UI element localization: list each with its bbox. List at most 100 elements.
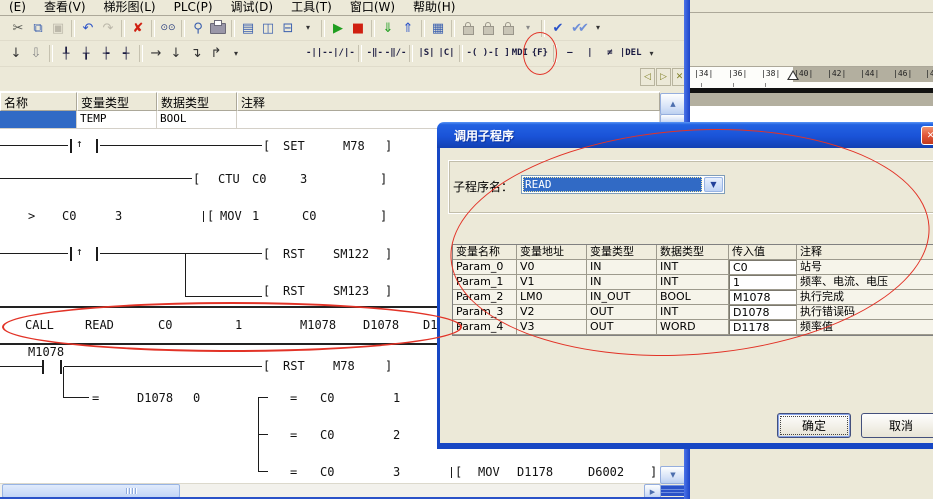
menu-item[interactable]: 帮助(H) <box>404 0 464 15</box>
not-line-icon[interactable]: ≠ <box>600 44 620 63</box>
column-header-data-type[interactable]: 数据类型 <box>157 92 237 111</box>
print-preview-icon[interactable]: ⚲ <box>188 19 208 38</box>
chevron-down-icon[interactable]: ▼ <box>704 177 723 192</box>
parameter-cell[interactable]: INT <box>657 260 729 275</box>
line-dropdown-icon[interactable]: ▾ <box>226 44 246 63</box>
menu-item[interactable]: 窗口(W) <box>341 0 404 15</box>
print-icon[interactable] <box>208 19 228 38</box>
column-header-var-type[interactable]: 变量类型 <box>77 92 157 111</box>
cancel-button[interactable]: 取消 <box>861 413 933 438</box>
box-instruction-icon[interactable]: -[ ] <box>488 44 510 63</box>
parameter-cell[interactable]: 频率值 <box>797 320 933 335</box>
parameter-cell[interactable]: INT <box>657 305 729 320</box>
copy-icon[interactable]: ⧉ <box>28 19 48 38</box>
hline-icon[interactable]: — <box>560 44 580 63</box>
parameter-column-header[interactable]: 注释 <box>797 245 933 260</box>
menu-item[interactable]: 工具(T) <box>282 0 341 15</box>
insert-down-icon[interactable]: ↓ <box>6 44 26 63</box>
network-next-button[interactable]: ▷ <box>656 68 671 86</box>
parameter-cell[interactable]: V2 <box>517 305 587 320</box>
line-down-turn-icon[interactable]: ↴ <box>186 44 206 63</box>
pane-split-icon[interactable]: ◫ <box>258 19 278 38</box>
compile-dropdown-icon[interactable]: ▾ <box>588 19 608 38</box>
pane-single-icon[interactable]: ▤ <box>238 19 258 38</box>
parameter-cell[interactable]: Param_2 <box>453 290 517 305</box>
parameter-cell[interactable]: V0 <box>517 260 587 275</box>
line-up-turn-icon[interactable]: ↱ <box>206 44 226 63</box>
parameter-cell[interactable]: Param_3 <box>453 305 517 320</box>
branch-down-icon[interactable]: ╁ <box>76 44 96 63</box>
lock-dropdown-icon[interactable]: ▾ <box>518 19 538 38</box>
menu-item[interactable]: PLC(P) <box>165 0 222 15</box>
paste-icon[interactable]: ▣ <box>48 19 68 38</box>
parameter-column-header[interactable]: 传入值 <box>729 245 797 260</box>
close-icon[interactable]: ✕ <box>921 126 933 145</box>
parameter-column-header[interactable]: 数据类型 <box>657 245 729 260</box>
parameter-cell[interactable]: Param_1 <box>453 275 517 290</box>
find-icon[interactable]: ⊙⊙ <box>158 19 178 38</box>
variable-datatype-cell[interactable]: BOOL <box>157 111 237 129</box>
ruler-marker-icon[interactable] <box>787 70 799 80</box>
line-down-icon[interactable]: ↓ <box>166 44 186 63</box>
splitter-grip[interactable] <box>661 484 684 497</box>
parameter-cell[interactable]: Param_4 <box>453 320 517 335</box>
parameter-cell[interactable]: 站号 <box>797 260 933 275</box>
variable-type-cell[interactable]: TEMP <box>77 111 157 129</box>
download-icon[interactable]: ⇓ <box>378 19 398 38</box>
parameter-column-header[interactable]: 变量地址 <box>517 245 587 260</box>
parameter-cell[interactable]: 频率、电流、电压 <box>797 275 933 290</box>
monitor-icon[interactable]: ▦ <box>428 19 448 38</box>
pane-bottom-icon[interactable]: ⊟ <box>278 19 298 38</box>
parameter-cell[interactable]: IN <box>587 275 657 290</box>
parameter-column-header[interactable]: 变量类型 <box>587 245 657 260</box>
menu-item[interactable]: (E) <box>0 0 35 15</box>
branch-right-icon[interactable]: ┾ <box>96 44 116 63</box>
reset-coil-icon[interactable]: |C| <box>436 44 456 63</box>
menu-item[interactable]: 查看(V) <box>35 0 95 15</box>
undo-icon[interactable]: ↶ <box>78 19 98 38</box>
parameter-cell[interactable]: OUT <box>587 305 657 320</box>
parameter-cell[interactable]: V3 <box>517 320 587 335</box>
parameter-value-cell[interactable]: M1078 <box>729 290 797 305</box>
network-prev-button[interactable]: ◁ <box>640 68 655 86</box>
insert-down-alt-icon[interactable]: ⇩ <box>26 44 46 63</box>
horizontal-scrollbar-thumb[interactable] <box>2 484 180 498</box>
function-icon[interactable]: {F} <box>530 44 550 63</box>
menu-item[interactable]: 调试(D) <box>222 0 283 15</box>
parameter-column-header[interactable]: 变量名称 <box>453 245 517 260</box>
variable-name-cell[interactable] <box>0 111 77 129</box>
branch-up-icon[interactable]: ╀ <box>56 44 76 63</box>
contact-nc-icon[interactable]: -|/|- <box>328 44 355 63</box>
delete-icon[interactable]: ✘ <box>128 19 148 38</box>
pane-dropdown-icon[interactable]: ▾ <box>298 19 318 38</box>
scroll-down-button[interactable]: ▼ <box>660 466 686 484</box>
parameter-cell[interactable]: OUT <box>587 320 657 335</box>
column-header-comment[interactable]: 注释 <box>237 92 660 111</box>
ok-button[interactable]: 确定 <box>777 413 851 438</box>
set-coil-icon[interactable]: |S| <box>416 44 436 63</box>
unlock-icon[interactable] <box>478 19 498 38</box>
redo-icon[interactable]: ↷ <box>98 19 118 38</box>
scroll-up-button[interactable]: ▲ <box>660 93 686 115</box>
mdi-icon[interactable]: MDI <box>510 44 530 63</box>
parameter-cell[interactable]: Param_0 <box>453 260 517 275</box>
parameter-value-cell[interactable]: C0 <box>729 260 797 275</box>
contact-immediate-no-icon[interactable]: -‖- <box>365 44 385 63</box>
parameter-cell[interactable]: V1 <box>517 275 587 290</box>
branch-left-icon[interactable]: ┽ <box>116 44 136 63</box>
parameter-cell[interactable]: INT <box>657 275 729 290</box>
contact-immediate-nc-icon[interactable]: -‖/- <box>385 44 407 63</box>
ladder-dropdown-icon[interactable]: ▾ <box>642 44 662 63</box>
compile-check-icon[interactable]: ✔ <box>548 19 568 38</box>
line-right-icon[interactable]: → <box>146 44 166 63</box>
run-icon[interactable]: ▶ <box>328 19 348 38</box>
delete-line-icon[interactable]: |DEL <box>620 44 642 63</box>
cut-icon[interactable]: ✂ <box>8 19 28 38</box>
contact-no-icon[interactable]: -||- <box>306 44 328 63</box>
coil-icon[interactable]: -( ) <box>466 44 488 63</box>
parameter-cell[interactable]: 执行完成 <box>797 290 933 305</box>
parameter-cell[interactable]: LM0 <box>517 290 587 305</box>
parameter-cell[interactable]: 执行错误码 <box>797 305 933 320</box>
parameter-value-cell[interactable]: D1078 <box>729 305 797 320</box>
parameter-cell[interactable]: IN_OUT <box>587 290 657 305</box>
